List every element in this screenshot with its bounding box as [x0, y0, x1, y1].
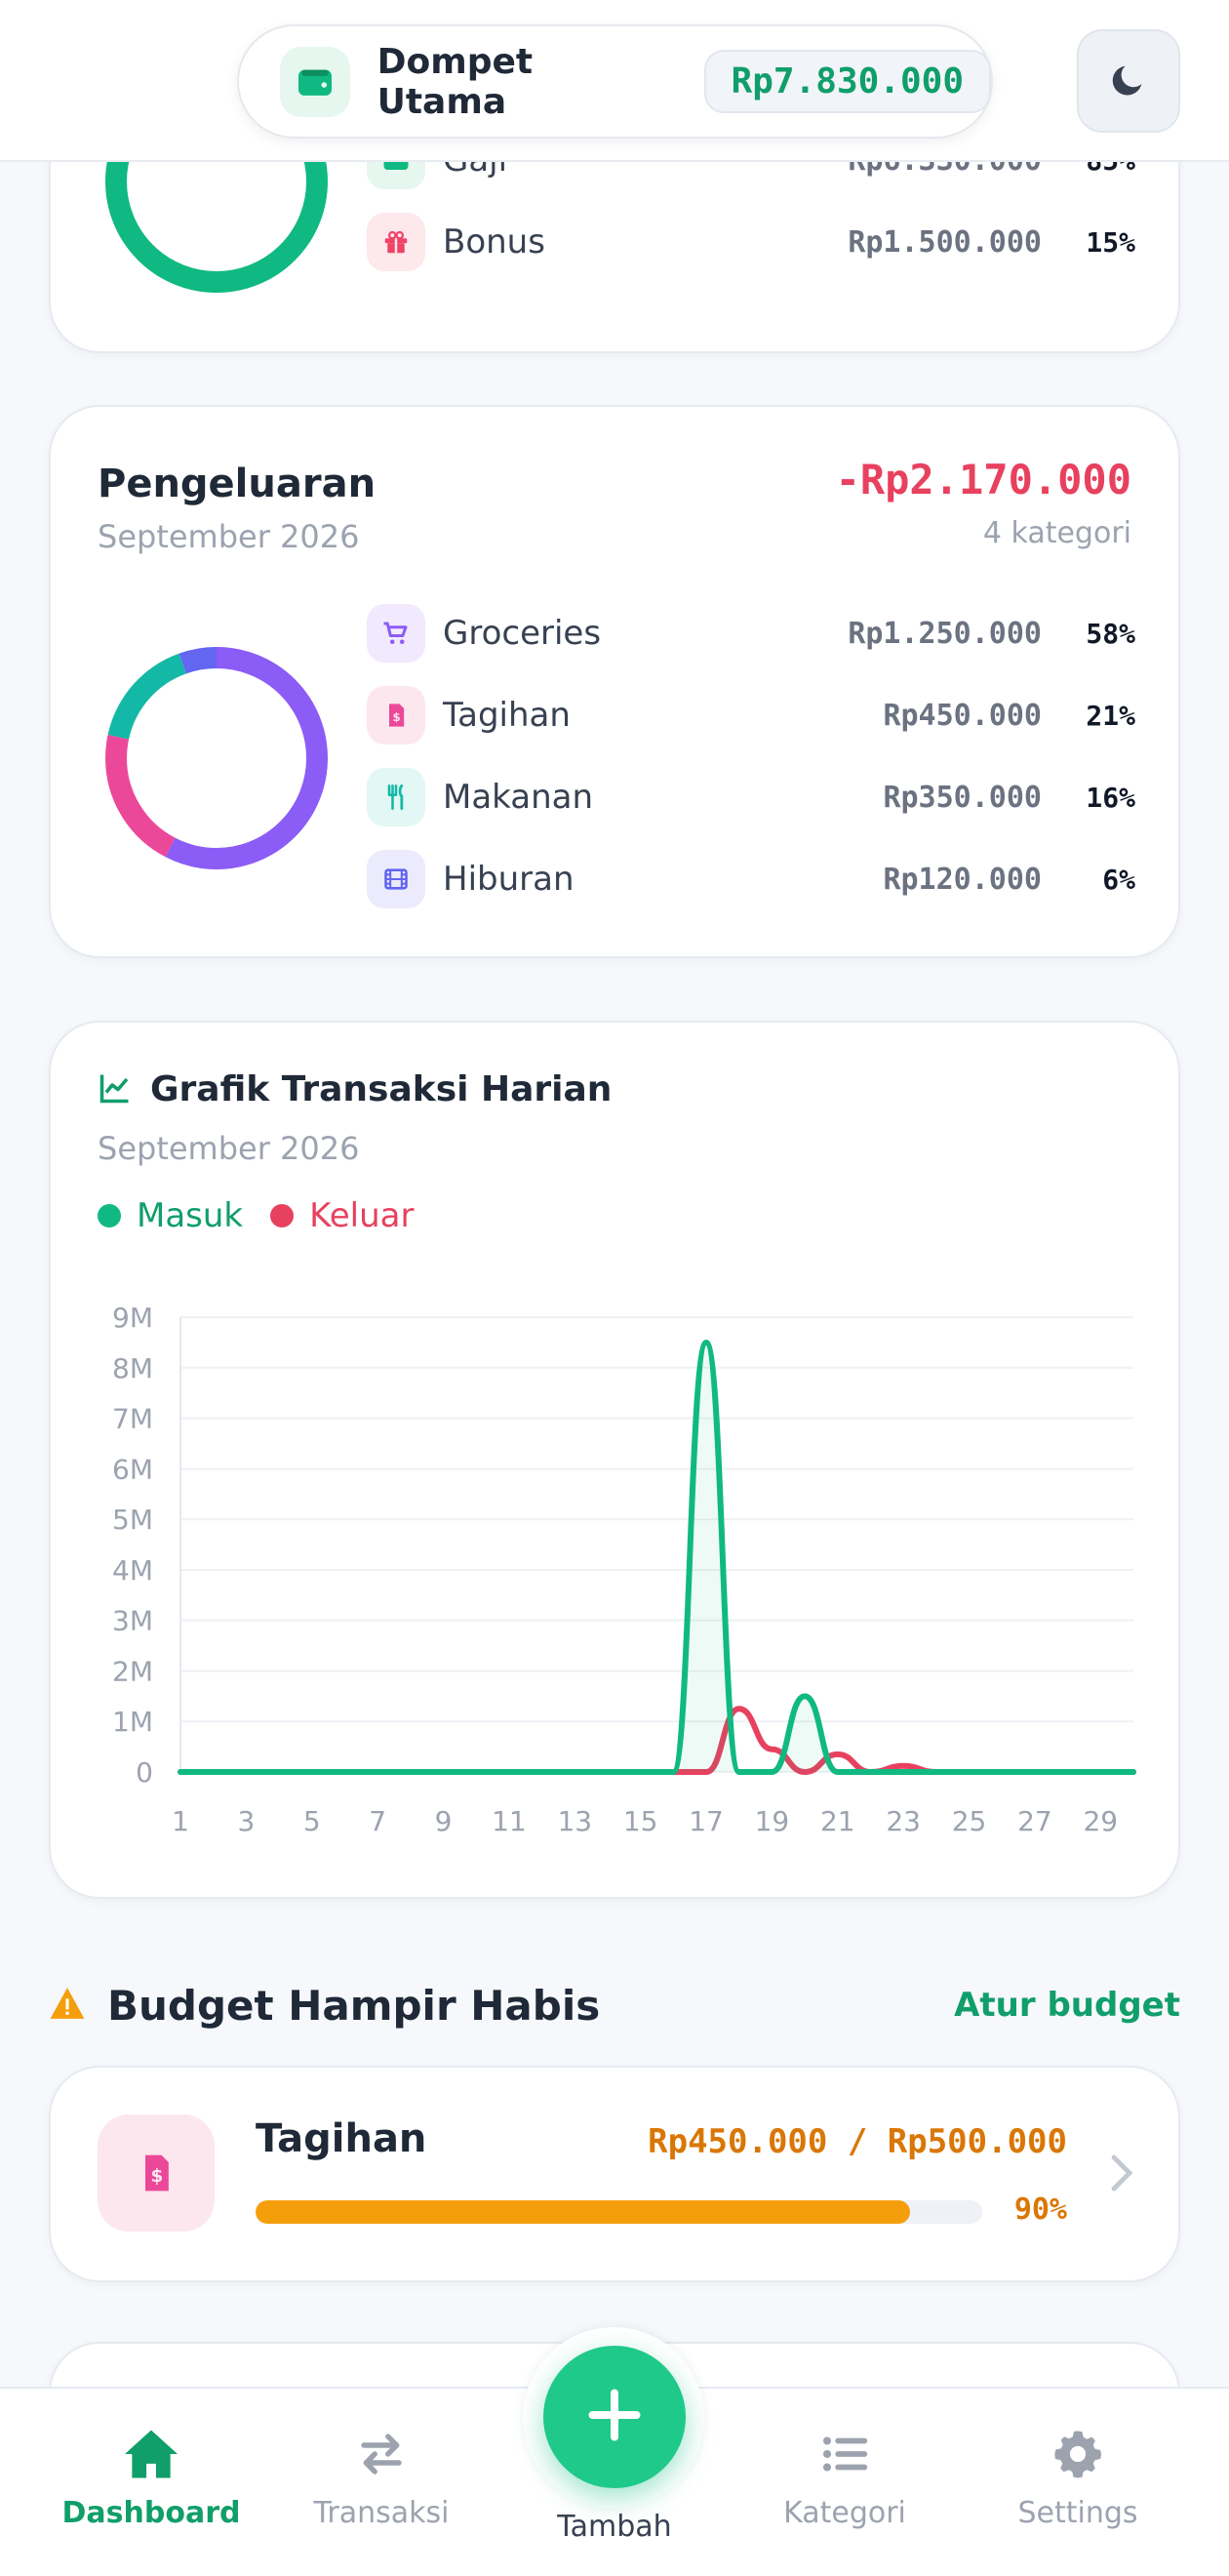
y-tick-label: 5M	[112, 1504, 153, 1536]
y-tick-label: 2M	[112, 1655, 153, 1687]
budget-pct: 90%	[1013, 2193, 1067, 2227]
wallet-icon	[280, 46, 350, 117]
expense-category-amount: Rp120.000	[883, 862, 1042, 897]
y-tick-label: 4M	[112, 1554, 153, 1587]
y-tick-label: 9M	[112, 1302, 153, 1334]
y-tick-label: 1M	[112, 1706, 153, 1738]
expense-donut	[105, 647, 328, 869]
expense-period: September 2026	[98, 518, 360, 555]
expense-row-makanan[interactable]: Makanan Rp350.000 16%	[367, 756, 1135, 838]
income-category-pct: 15%	[1086, 225, 1135, 259]
expense-total: -Rp2.170.000	[835, 456, 1131, 503]
swap-icon	[355, 2428, 408, 2484]
series-line-masuk	[178, 1339, 1136, 1775]
expense-title: Pengeluaran	[98, 462, 377, 506]
x-tick-label: 21	[820, 1805, 855, 1837]
budget-section-title: Budget Hampir Habis	[107, 1981, 601, 2030]
x-tick-label: 19	[755, 1805, 790, 1837]
y-tick-label: 8M	[112, 1352, 153, 1385]
x-tick-label: 3	[237, 1805, 255, 1837]
theme-toggle-button[interactable]	[1077, 29, 1180, 133]
nav-label: Settings	[1017, 2496, 1138, 2530]
expense-category-amount: Rp1.250.000	[848, 616, 1042, 651]
expense-category-name: Makanan	[443, 778, 594, 817]
x-tick-label: 15	[623, 1805, 658, 1837]
nav-item-transaksi[interactable]: Transaksi	[284, 2428, 479, 2530]
income-row-bonus[interactable]: Bonus Rp1.500.000 15%	[367, 201, 1135, 283]
y-tick-label: 0	[136, 1756, 153, 1789]
daily-transaction-chart: 01M2M3M4M5M6M7M8M9M1 3 5 7 9 11 13 15 17 19 21 23 25…	[112, 1302, 1136, 1837]
nav-label-tambah: Tambah	[557, 2510, 672, 2544]
wallet-balance: Rp7.830.000	[703, 50, 991, 113]
nav-item-kategori[interactable]: Kategori	[747, 2428, 942, 2530]
nav-item-dashboard[interactable]: Dashboard	[54, 2428, 249, 2530]
x-tick-label: 23	[886, 1805, 921, 1837]
expense-count: 4 kategori	[982, 516, 1131, 550]
top-bar: Dompet Utama Rp7.830.000	[0, 0, 1229, 162]
utensils-icon	[367, 768, 425, 826]
expense-row-groceries[interactable]: Groceries Rp1.250.000 58%	[367, 592, 1135, 674]
expense-category-amount: Rp350.000	[883, 780, 1042, 815]
expense-row-hiburan[interactable]: Hiburan Rp120.000 6%	[367, 838, 1135, 920]
chevron-right-icon	[1110, 2153, 1135, 2196]
expense-category-list: Groceries Rp1.250.000 58% $ Tagihan Rp45…	[367, 592, 1135, 920]
expense-category-pct: 21%	[1086, 699, 1135, 732]
x-tick-label: 13	[557, 1805, 592, 1837]
y-tick-label: 7M	[112, 1403, 153, 1435]
nav-item-settings[interactable]: Settings	[980, 2428, 1175, 2530]
expense-row-tagihan[interactable]: $ Tagihan Rp450.000 21%	[367, 674, 1135, 756]
series-area-masuk	[180, 1342, 1133, 1772]
x-tick-label: 27	[1017, 1805, 1052, 1837]
x-tick-label: 1	[172, 1805, 189, 1837]
svg-text:$: $	[393, 710, 401, 724]
expense-category-pct: 6%	[1102, 863, 1135, 896]
x-tick-label: 29	[1083, 1805, 1118, 1837]
manage-budget-link[interactable]: Atur budget	[954, 1986, 1180, 2025]
income-category-amount: Rp1.500.000	[848, 224, 1042, 260]
gear-icon	[1051, 2428, 1104, 2484]
svg-text:$: $	[151, 2166, 164, 2187]
wallet-selector[interactable]: Dompet Utama Rp7.830.000	[237, 24, 993, 139]
x-tick-label: 17	[689, 1805, 724, 1837]
y-tick-label: 6M	[112, 1453, 153, 1485]
list-icon	[818, 2428, 871, 2484]
x-tick-label: 9	[435, 1805, 453, 1837]
bill-icon: $	[367, 686, 425, 745]
nav-label: Kategori	[783, 2496, 906, 2530]
budget-section-header: Budget Hampir Habis Atur budget	[49, 1971, 1180, 2039]
expense-category-amount: Rp450.000	[883, 698, 1042, 733]
expense-card: Pengeluaran September 2026 -Rp2.170.000 …	[49, 405, 1180, 958]
x-tick-label: 5	[303, 1805, 321, 1837]
bill-icon: $	[98, 2114, 215, 2232]
nav-label: Transaksi	[313, 2496, 450, 2530]
moon-icon	[1109, 60, 1148, 102]
home-icon	[122, 2428, 180, 2484]
budget-name: Tagihan	[256, 2116, 427, 2161]
film-icon	[367, 850, 425, 908]
budget-progress-bar	[256, 2200, 982, 2224]
y-tick-label: 3M	[112, 1605, 153, 1637]
warning-icon	[49, 1986, 86, 2025]
add-transaction-button[interactable]	[543, 2346, 686, 2488]
series-line-keluar	[178, 1706, 1136, 1775]
expense-category-pct: 16%	[1086, 781, 1135, 814]
expense-category-name: Tagihan	[443, 696, 571, 735]
budget-progress-fill	[256, 2200, 910, 2224]
budget-item-tagihan[interactable]: $ Tagihan Rp450.000 / Rp500.000 90%	[49, 2066, 1180, 2282]
gift-icon	[367, 213, 425, 271]
daily-chart-card: Grafik Transaksi Harian September 2026 M…	[49, 1021, 1180, 1899]
x-tick-label: 7	[369, 1805, 386, 1837]
wallet-name: Dompet Utama	[377, 41, 534, 122]
nav-label: Dashboard	[61, 2496, 241, 2530]
budget-amount: Rp450.000 / Rp500.000	[648, 2122, 1067, 2161]
plus-icon	[585, 2386, 644, 2448]
expense-category-pct: 58%	[1086, 617, 1135, 650]
x-tick-label: 11	[492, 1805, 527, 1837]
expense-category-name: Hiburan	[443, 860, 575, 899]
expense-category-name: Groceries	[443, 614, 602, 653]
x-tick-label: 25	[952, 1805, 987, 1837]
income-category-name: Bonus	[443, 222, 545, 262]
cart-icon	[367, 604, 425, 663]
